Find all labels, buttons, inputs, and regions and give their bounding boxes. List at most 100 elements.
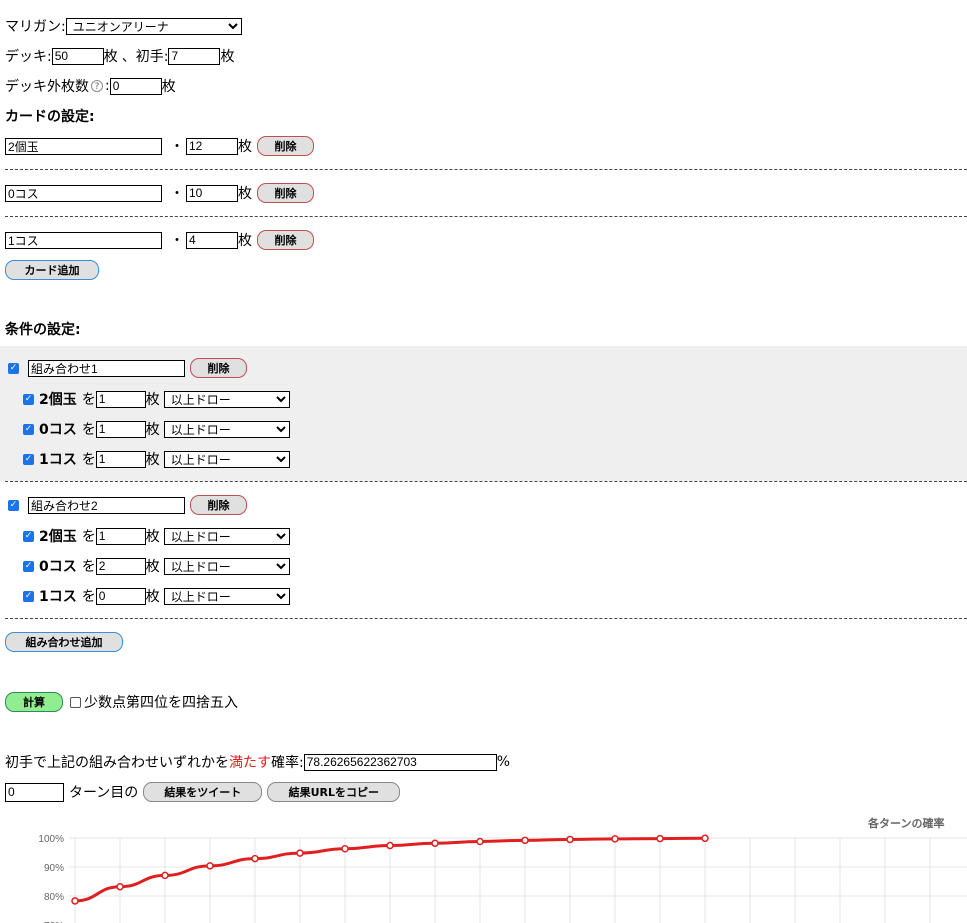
mulligan-row: マリガン: ユニオンアリーナ <box>5 16 242 36</box>
card-name-input[interactable] <box>5 137 162 155</box>
cards-heading: カードの設定: <box>5 109 95 125</box>
calc-row: 計算 ✓ 少数点第四位を四捨五入 <box>5 692 238 712</box>
probability-chart: 100%90%80%70% <box>38 834 967 923</box>
combo-checkbox[interactable]: ✓ <box>8 499 19 511</box>
rule-checkbox[interactable]: ✓ <box>23 393 34 405</box>
rule-operator-select[interactable]: 以上ドロー <box>163 390 290 408</box>
copy-url-button[interactable]: 結果URLをコピー <box>267 782 401 802</box>
delete-combo-button[interactable]: 削除 <box>190 495 247 515</box>
outside-label: デッキ外枚数 <box>5 79 89 95</box>
data-point <box>251 854 259 863</box>
data-point <box>161 871 169 880</box>
data-point <box>656 834 664 843</box>
combo-checkbox[interactable]: ✓ <box>8 362 19 374</box>
deck-size-input[interactable] <box>51 47 104 65</box>
rule-checkbox[interactable]: ✓ <box>23 560 34 572</box>
add-combo-row: 組み合わせ追加 <box>5 632 123 652</box>
combo-name-input[interactable] <box>28 496 185 514</box>
y-tick-label: 80% <box>44 892 64 903</box>
rule-count-input[interactable] <box>95 587 146 605</box>
rule-checkbox[interactable]: ✓ <box>23 423 34 435</box>
rule-wo: を <box>81 392 96 408</box>
hand-unit: 枚 <box>220 49 235 65</box>
card-dot: ・ <box>170 233 184 249</box>
deck-unit: 枚 <box>103 49 118 65</box>
rule-card-name: 0コス <box>39 422 77 438</box>
card-dot: ・ <box>170 139 184 155</box>
data-point <box>116 882 124 891</box>
rule-wo: を <box>81 559 96 575</box>
rule-wo: を <box>81 452 96 468</box>
rule-row: ✓ 1コス を 枚 以上ドロー <box>23 449 290 469</box>
hand-label: 、初手: <box>121 49 169 65</box>
card-name-input[interactable] <box>5 184 162 202</box>
rule-operator-select[interactable]: 以上ドロー <box>163 587 290 605</box>
result-row: 初手で上記の組み合わせいずれかを 満たす 確率: % <box>5 752 510 772</box>
rule-count-input[interactable] <box>95 557 146 575</box>
rule-unit: 枚 <box>145 422 160 438</box>
add-card-row: カード追加 <box>5 260 99 280</box>
combo-name-input[interactable] <box>28 359 185 377</box>
rule-wo: を <box>81 589 96 605</box>
tweet-result-button[interactable]: 結果をツイート <box>143 782 263 802</box>
card-row: ・ 枚 削除 <box>5 183 314 203</box>
result-suffix: 確率: <box>271 755 304 771</box>
result-highlight: 満たす <box>229 755 271 771</box>
card-count-input[interactable] <box>186 231 238 249</box>
card-count-input[interactable] <box>186 137 238 155</box>
result-probability-field[interactable] <box>303 753 497 771</box>
rule-row: ✓ 0コス を 枚 以上ドロー <box>23 419 290 439</box>
outside-count-input[interactable] <box>109 77 162 95</box>
add-card-button[interactable]: カード追加 <box>5 260 99 280</box>
rule-operator-select[interactable]: 以上ドロー <box>163 527 290 545</box>
conditions-heading: 条件の設定: <box>5 322 81 338</box>
rule-operator-select[interactable]: 以上ドロー <box>163 450 290 468</box>
delete-card-button[interactable]: 削除 <box>257 136 314 156</box>
rule-unit: 枚 <box>145 589 160 605</box>
calculate-button[interactable]: 計算 <box>5 692 63 712</box>
rule-operator-select[interactable]: 以上ドロー <box>163 557 290 575</box>
result-prefix: 初手で上記の組み合わせいずれかを <box>5 755 229 771</box>
y-tick-label: 100% <box>38 834 64 845</box>
rule-operator-select[interactable]: 以上ドロー <box>163 420 290 438</box>
rule-card-name: 2個玉 <box>39 392 77 408</box>
card-divider <box>5 216 967 217</box>
rule-checkbox[interactable]: ✓ <box>23 590 34 602</box>
data-point <box>521 836 529 845</box>
data-point <box>341 844 349 853</box>
rule-count-input[interactable] <box>95 420 146 438</box>
delete-card-button[interactable]: 削除 <box>257 183 314 203</box>
combo-divider <box>5 618 967 619</box>
combo-header: ✓ 削除 <box>8 358 247 378</box>
help-icon[interactable]: ? <box>91 80 103 92</box>
data-point <box>476 837 484 846</box>
rule-card-name: 1コス <box>39 452 77 468</box>
turn-label: ターン目の <box>69 785 139 801</box>
mulligan-select[interactable]: ユニオンアリーナ <box>65 17 242 35</box>
card-count-input[interactable] <box>186 184 238 202</box>
card-row: ・ 枚 削除 <box>5 230 314 250</box>
delete-combo-button[interactable]: 削除 <box>190 358 247 378</box>
add-combo-button[interactable]: 組み合わせ追加 <box>5 632 123 652</box>
rule-card-name: 1コス <box>39 589 77 605</box>
round-label: 少数点第四位を四捨五入 <box>84 695 238 711</box>
data-point <box>431 839 439 847</box>
rule-checkbox[interactable]: ✓ <box>23 453 34 465</box>
card-name-input[interactable] <box>5 231 162 249</box>
hand-size-input[interactable] <box>168 47 221 65</box>
data-point <box>566 835 574 844</box>
round-checkbox[interactable]: ✓ <box>70 696 81 708</box>
rule-count-input[interactable] <box>95 527 146 545</box>
mulligan-label: マリガン: <box>5 19 66 35</box>
rule-count-input[interactable] <box>95 450 146 468</box>
y-tick-label: 90% <box>44 863 64 874</box>
rule-count-input[interactable] <box>95 390 146 408</box>
result-percent: % <box>496 754 511 770</box>
rule-checkbox[interactable]: ✓ <box>23 530 34 542</box>
rule-unit: 枚 <box>145 529 160 545</box>
data-point <box>386 841 394 850</box>
delete-card-button[interactable]: 削除 <box>257 230 314 250</box>
outside-row: デッキ外枚数 ? : 枚 <box>5 76 176 96</box>
turn-input[interactable] <box>5 782 64 802</box>
rule-wo: を <box>81 529 96 545</box>
